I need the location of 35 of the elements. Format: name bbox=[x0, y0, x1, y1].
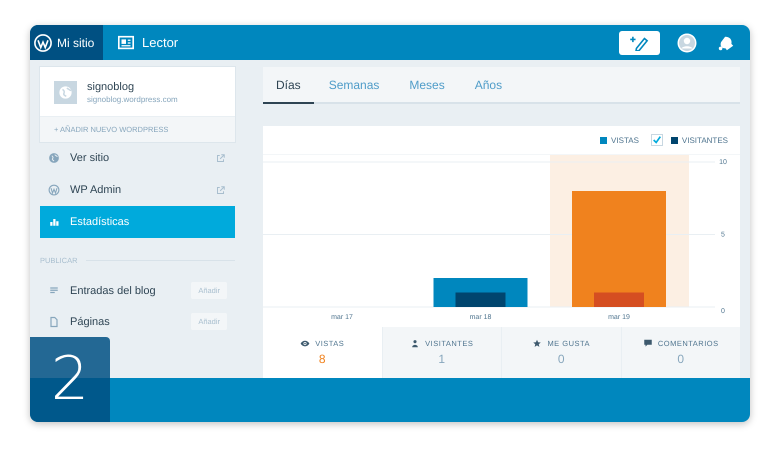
globe-icon bbox=[54, 81, 77, 104]
legend-label: VISTAS bbox=[611, 136, 639, 144]
globe-icon bbox=[48, 152, 60, 164]
legend-label: VISITANTES bbox=[682, 136, 728, 144]
external-link-icon bbox=[216, 154, 225, 162]
external-link-icon bbox=[216, 186, 225, 194]
page-icon bbox=[48, 316, 60, 328]
period-tab[interactable]: Semanas bbox=[314, 67, 394, 104]
menu-item[interactable]: Páginas bbox=[70, 316, 182, 328]
star-icon bbox=[532, 339, 542, 348]
period-tab[interactable]: Meses bbox=[394, 67, 460, 104]
nav-tab[interactable]: Lector bbox=[103, 25, 190, 60]
menu-item[interactable]: WP Admin bbox=[40, 174, 235, 206]
legend-checkbox[interactable] bbox=[650, 134, 663, 146]
bar-chart-icon bbox=[48, 216, 60, 228]
avatar-icon[interactable] bbox=[677, 32, 697, 52]
site-name: signoblog bbox=[87, 81, 136, 93]
comment-icon bbox=[642, 339, 653, 348]
menu-item[interactable]: Entradas del blog bbox=[70, 284, 182, 296]
period-tab[interactable]: Días bbox=[263, 67, 314, 104]
menu-item[interactable]: Estadísticas bbox=[40, 206, 235, 238]
wordpress-icon bbox=[34, 34, 52, 52]
person-icon bbox=[410, 339, 420, 348]
menu-item[interactable]: Ver sitio bbox=[40, 142, 235, 174]
write-button[interactable] bbox=[619, 30, 660, 54]
step-badge: 2 bbox=[30, 337, 110, 422]
wordpress-icon bbox=[48, 184, 60, 196]
notifications-icon[interactable] bbox=[717, 34, 735, 52]
site-url: signoblog.wordpress.com bbox=[87, 95, 178, 104]
period-tab[interactable]: Años bbox=[460, 67, 518, 104]
views-bar[interactable] bbox=[572, 191, 666, 307]
eye-icon bbox=[300, 339, 310, 348]
reader-icon bbox=[117, 34, 135, 52]
pencil-icon bbox=[628, 34, 650, 50]
nav-tab[interactable]: Mi sitio bbox=[30, 25, 103, 60]
